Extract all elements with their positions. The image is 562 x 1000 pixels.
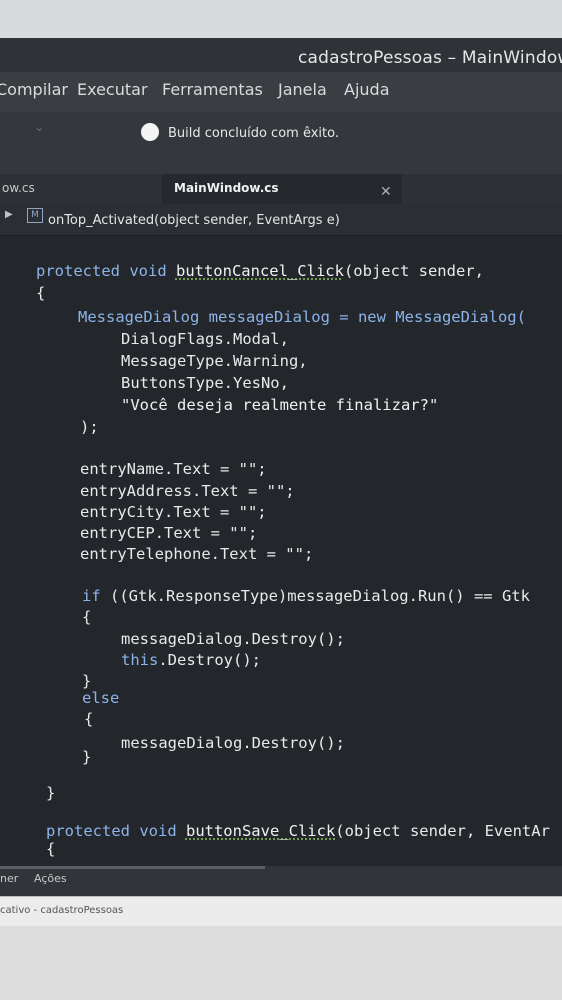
code-line-11: entryCity.Text = "";	[80, 503, 267, 521]
code-line-20: {	[84, 710, 94, 728]
code-keyword-new: new	[357, 308, 386, 326]
code-type: MessageDialog messageDialog =	[78, 308, 358, 326]
code-keyword-if: if	[82, 587, 101, 605]
code-line-5: MessageType.Warning,	[121, 352, 308, 370]
code-params: (object sender,	[343, 262, 484, 280]
code-line-10: entryAddress.Text = "";	[80, 482, 295, 500]
code-line-7: "Você deseja realmente finalizar?"	[121, 396, 439, 414]
code-line-18: }	[82, 672, 92, 690]
menu-executar[interactable]: Executar	[77, 80, 148, 99]
code-line-8: );	[80, 418, 99, 436]
taskbar-item-app[interactable]: cativo - cadastroPessoas	[0, 905, 123, 916]
window-title: cadastroPessoas – MainWindow	[298, 48, 562, 68]
tab-inactive-file[interactable]: ow.cs	[0, 174, 158, 204]
code-line-23: }	[46, 784, 56, 802]
code-line-24: protected void buttonSave_Click(object s…	[46, 822, 550, 840]
tab-acoes[interactable]: Ações	[34, 872, 67, 885]
code-line-4: DialogFlags.Modal,	[121, 330, 289, 348]
code-line-16: messageDialog.Destroy();	[121, 630, 345, 648]
panel-divider	[0, 866, 265, 869]
code-condition: ((Gtk.ResponseType)messageDialog.Run() =…	[100, 587, 530, 605]
status-indicator-icon	[141, 123, 159, 141]
code-constructor: MessageDialog(	[385, 308, 526, 326]
method-icon: M	[27, 208, 43, 223]
code-line-21: messageDialog.Destroy();	[121, 734, 345, 752]
menu-janela[interactable]: Janela	[278, 80, 327, 99]
code-line-1: protected void buttonCancel_Click(object…	[36, 262, 484, 280]
code-line-14: if ((Gtk.ResponseType)messageDialog.Run(…	[82, 587, 530, 605]
code-params: (object sender, EventAr	[335, 822, 550, 840]
breadcrumb-member[interactable]: onTop_Activated(object sender, EventArgs…	[48, 213, 340, 228]
code-line-15: {	[82, 608, 92, 626]
code-line-3: MessageDialog messageDialog = new Messag…	[78, 308, 526, 326]
menu-ajuda[interactable]: Ajuda	[344, 80, 390, 99]
code-keyword: protected void	[36, 262, 176, 280]
screen: cadastroPessoas – MainWindow Compilar Ex…	[0, 0, 562, 1000]
code-line-17: this.Destroy();	[121, 651, 261, 669]
code-line-2: {	[36, 284, 46, 302]
code-call: .Destroy();	[158, 651, 261, 669]
tab-mainwindow[interactable]: MainWindow.cs	[162, 174, 402, 204]
menu-compilar[interactable]: Compilar	[0, 80, 68, 99]
code-method-name: buttonCancel_Click	[175, 262, 344, 280]
code-keyword-this: this	[121, 651, 159, 669]
tab-bottom-1[interactable]: ner	[0, 872, 18, 885]
play-arrow-icon[interactable]: ▶	[5, 209, 13, 220]
code-line-22: }	[82, 748, 92, 766]
bottom-panel-tabs	[0, 866, 562, 896]
code-line-6: ButtonsType.YesNo,	[121, 374, 289, 392]
toolbar-status-area	[0, 112, 562, 174]
build-status-text: Build concluído com êxito.	[168, 126, 339, 141]
code-keyword: protected void	[46, 822, 186, 840]
chevron-down-icon[interactable]: ⌄	[34, 120, 44, 134]
close-icon[interactable]: ✕	[380, 184, 392, 200]
menu-ferramentas[interactable]: Ferramentas	[162, 80, 263, 99]
code-method-name: buttonSave_Click	[185, 822, 336, 840]
desk-surface	[0, 926, 562, 1000]
code-line-13: entryTelephone.Text = "";	[80, 545, 314, 563]
code-line-19: else	[82, 689, 120, 707]
code-line-25: {	[46, 840, 56, 858]
code-line-12: entryCEP.Text = "";	[80, 524, 258, 542]
code-line-9: entryName.Text = "";	[80, 460, 267, 478]
